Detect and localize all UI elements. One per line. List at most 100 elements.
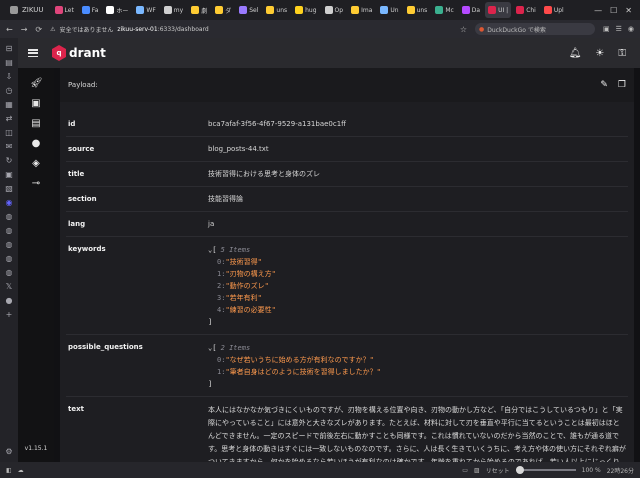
zoom-slider-handle[interactable]: [515, 466, 524, 474]
array-value: "刃物の構え方": [225, 270, 276, 278]
minimize-icon[interactable]: —: [594, 6, 602, 15]
collections-icon[interactable]: ▤: [30, 118, 42, 130]
reader-icon[interactable]: ☰: [616, 25, 622, 33]
browser-tab[interactable]: Fa: [79, 2, 102, 18]
api-key-icon[interactable]: ⚿: [618, 48, 626, 59]
json-array-header[interactable]: ⌄[ 5 Items: [208, 244, 626, 256]
downloads-icon[interactable]: ⇩: [5, 72, 14, 81]
payload-row-lang: lang ja: [66, 212, 628, 237]
web-panel-icon[interactable]: ◍: [5, 226, 14, 235]
web-panel-icon[interactable]: ◍: [5, 254, 14, 263]
collapse-icon[interactable]: ⌄[: [208, 344, 221, 352]
panel-toggle-icon[interactable]: ◧: [6, 467, 12, 474]
notification-icon[interactable]: 🔔︎: [569, 48, 582, 59]
zoom-reset-button[interactable]: リセット: [486, 466, 510, 475]
bookmarks-panel-icon[interactable]: ⊟: [5, 44, 14, 53]
browser-tab[interactable]: Un: [377, 2, 401, 18]
history-icon[interactable]: ◷: [5, 86, 14, 95]
zoom-slider[interactable]: [515, 466, 576, 474]
browser-tab[interactable]: Mc: [432, 2, 456, 18]
profile-icon[interactable]: ◉: [628, 25, 634, 33]
translate-icon[interactable]: ⇄: [5, 114, 14, 123]
browser-tab[interactable]: Ima: [348, 2, 375, 18]
tab-label: uns: [416, 6, 428, 14]
sync-icon[interactable]: ↻: [5, 156, 14, 165]
tab-label: ダ: [225, 7, 232, 15]
array-value: "技術習得": [225, 258, 262, 266]
search-placeholder: DuckDuckGo で検索: [487, 26, 546, 34]
copy-icon[interactable]: ❐: [618, 80, 626, 90]
cloud-sync-icon[interactable]: ☁: [18, 467, 24, 474]
tab-workspace[interactable]: ZIKUU: [4, 2, 50, 18]
reading-list-icon[interactable]: ▤: [5, 58, 14, 67]
url-field[interactable]: ⚠ 安全ではありません zikuu-serv-01:6333/dashboard: [50, 25, 452, 34]
browser-tab[interactable]: Da: [459, 2, 483, 18]
payload-row-id: id bca7afaf-3f56-4f67-9529-a131bae0c1ff: [66, 112, 628, 137]
console-icon[interactable]: ▣: [30, 98, 42, 110]
web-panel-icon[interactable]: ◍: [5, 240, 14, 249]
extension-icon[interactable]: ▣: [603, 25, 610, 33]
welcome-rocket-icon[interactable]: 🚀︎: [30, 78, 43, 90]
mail-icon[interactable]: ✉: [5, 142, 14, 151]
add-panel-icon[interactable]: +: [5, 310, 14, 319]
window-panel-icon[interactable]: ◫: [5, 128, 14, 137]
theme-toggle-icon[interactable]: ☀: [595, 48, 604, 59]
page-tiling-icon[interactable]: ▭: [462, 467, 468, 474]
menu-icon[interactable]: [28, 49, 38, 57]
reload-icon[interactable]: ⟳: [35, 25, 42, 34]
tab-favicon-icon: [435, 6, 444, 14]
browser-tab[interactable]: my: [161, 2, 186, 18]
images-icon[interactable]: ▨: [474, 467, 480, 474]
web-panel-icon[interactable]: ◍: [5, 212, 14, 221]
settings-icon[interactable]: ⚙: [5, 447, 14, 456]
browser-tab[interactable]: Chi: [513, 2, 539, 18]
mastodon-icon[interactable]: ◉: [5, 198, 14, 207]
maximize-icon[interactable]: ☐: [610, 6, 617, 15]
search-field[interactable]: ● DuckDuckGo で検索: [474, 23, 595, 35]
browser-tab[interactable]: Let: [52, 2, 77, 18]
web-panel-icon[interactable]: ●: [5, 296, 14, 305]
tutorial-bulb-icon[interactable]: ●: [30, 138, 42, 150]
app-nav: 🚀︎ ▣ ▤ ● ◈ ⊸ v1.15.1: [18, 68, 54, 462]
tab-favicon-icon: [516, 6, 525, 14]
access-key-icon[interactable]: ⊸: [30, 178, 42, 190]
payload-value: 技術習得における思考と身体のズレ: [208, 170, 320, 178]
datasets-icon[interactable]: ◈: [30, 158, 42, 170]
close-icon[interactable]: ✕: [625, 6, 632, 15]
browser-tab[interactable]: 劇: [188, 2, 210, 18]
browser-tab[interactable]: Op: [322, 2, 347, 18]
browser-tab[interactable]: uns: [263, 2, 290, 18]
calendar-icon[interactable]: ▣: [5, 170, 14, 179]
json-array-item: 0:"なぜ若いうちに始める方が有利なのですか？": [208, 354, 626, 366]
browser-tab[interactable]: WF: [133, 2, 158, 18]
collapse-icon[interactable]: ⌄[: [208, 246, 221, 254]
browser-tab[interactable]: Sel: [236, 2, 261, 18]
toolbar-extensions: ▣ ☰ ◉: [603, 25, 634, 33]
json-array-header[interactable]: ⌄[ 2 Items: [208, 342, 626, 354]
browser-sidebar-bottom: ⚙: [5, 447, 14, 462]
feed-icon[interactable]: ▧: [5, 184, 14, 193]
browser-tab[interactable]: hug: [292, 2, 319, 18]
bookmark-icon[interactable]: ☆: [460, 25, 467, 34]
tab-label: hug: [305, 6, 317, 14]
back-icon[interactable]: ←: [6, 25, 13, 34]
tab-label: UI |: [498, 6, 509, 14]
edit-icon[interactable]: ✎: [600, 80, 608, 90]
browser-tab[interactable]: UI |: [485, 2, 512, 18]
browser-tab[interactable]: uns: [404, 2, 431, 18]
tab-favicon-icon: [215, 6, 224, 14]
x-icon[interactable]: 𝕏: [5, 282, 14, 291]
browser-tab[interactable]: ホー: [103, 2, 131, 18]
web-panel-icon[interactable]: ◍: [5, 268, 14, 277]
browser-tab[interactable]: ダ: [212, 2, 234, 18]
browser-tab[interactable]: Upl: [541, 2, 567, 18]
notes-icon[interactable]: ▦: [5, 100, 14, 109]
tab-list: Let Fa ホー WF my 劇 ダ Sel uns hug Op Ima Un uns Mc Da UI |…: [52, 2, 567, 18]
payload-value: 技能習得論: [208, 195, 243, 203]
browser-tab-strip: ZIKUU Let Fa ホー WF my 劇 ダ Sel uns hug Op Ima Un uns Mc…: [0, 0, 640, 20]
forward-icon[interactable]: →: [21, 25, 28, 34]
tab-label: WF: [146, 6, 156, 14]
payload-key: section: [68, 195, 97, 203]
json-array-close: ]: [208, 380, 213, 388]
payload-value: bca7afaf-3f56-4f67-9529-a131bae0c1ff: [208, 120, 346, 128]
